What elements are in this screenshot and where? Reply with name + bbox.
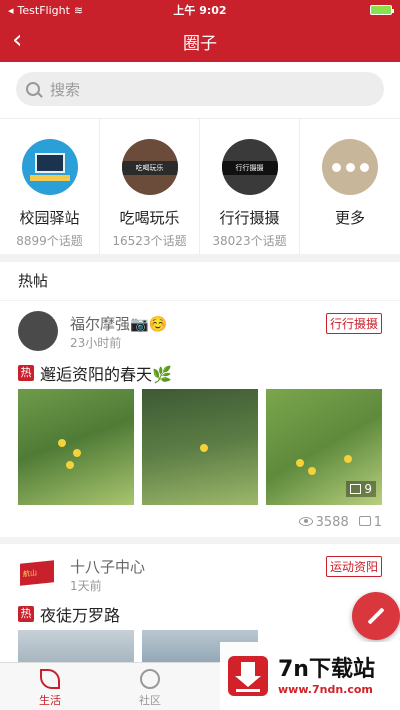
page-title: 圈子 xyxy=(183,33,217,54)
post-title: 夜徒万罗路 xyxy=(40,606,121,625)
category-count: 38023个话题 xyxy=(212,234,287,248)
category-name: 更多 xyxy=(334,209,365,227)
image-count: 9 xyxy=(364,482,372,496)
post-image[interactable]: 9 xyxy=(266,389,382,505)
post-time: 23小时前 xyxy=(70,336,122,350)
hot-badge: 热 xyxy=(18,606,34,622)
tab-life[interactable]: 生活 xyxy=(0,663,100,710)
leaf-icon xyxy=(40,669,60,689)
post-image[interactable] xyxy=(18,389,134,505)
wifi-icon: ≋ xyxy=(73,3,84,17)
food-icon: 吃喝玩乐 xyxy=(121,139,178,195)
category-count: 16523个话题 xyxy=(112,234,187,248)
avatar[interactable]: 航山 xyxy=(18,558,58,588)
chat-bubble-icon xyxy=(140,669,160,689)
back-chevron-icon[interactable]: ‹ xyxy=(12,26,40,56)
search-input[interactable]: 搜索 xyxy=(16,72,384,106)
post-time: 1天前 xyxy=(70,579,102,593)
watermark: 7n下载站 www.7ndn.com xyxy=(220,642,400,710)
post-title-row[interactable]: 热 夜徒万罗路 xyxy=(18,602,120,626)
image-count-badge: 9 xyxy=(346,481,376,497)
post-author[interactable]: 福尔摩强📷☺️ xyxy=(70,313,167,334)
back-to-app-icon[interactable]: ◂ xyxy=(8,4,14,17)
tab-label: 生活 xyxy=(39,694,61,707)
avatar[interactable] xyxy=(18,311,58,351)
post-stats: 3588 1 xyxy=(298,515,382,530)
photo-icon-caption: 行行摄摄 xyxy=(221,161,278,175)
category-more[interactable]: 更多 xyxy=(300,119,400,254)
compose-button[interactable] xyxy=(352,592,400,640)
pencil-icon xyxy=(367,607,385,625)
post-tag[interactable]: 行行摄摄 xyxy=(325,313,382,334)
battery-icon xyxy=(370,5,394,15)
comment-icon xyxy=(358,516,371,526)
eye-icon xyxy=(298,517,313,526)
hot-badge: 热 xyxy=(18,365,34,381)
post-title-row[interactable]: 热 邂逅资阳的春天🌿 xyxy=(18,361,172,385)
tab-label: 社区 xyxy=(139,694,161,707)
post-image[interactable] xyxy=(142,389,258,505)
comment-count: 1 xyxy=(373,515,382,530)
category-food[interactable]: 吃喝玩乐 吃喝玩乐 16523个话题 xyxy=(100,119,200,254)
category-grid: 校园驿站 8899个话题 吃喝玩乐 吃喝玩乐 16523个话题 行行摄摄 行行摄… xyxy=(0,118,400,254)
food-icon-caption: 吃喝玩乐 xyxy=(121,161,178,175)
campus-icon xyxy=(21,139,78,195)
image-stack-icon xyxy=(350,484,362,494)
tab-community[interactable]: 社区 xyxy=(100,663,200,710)
status-bar: ◂ TestFlight ≋ 上午 9:02 xyxy=(0,0,400,20)
post-title: 邂逅资阳的春天🌿 xyxy=(40,365,172,384)
view-count: 3588 xyxy=(315,515,349,530)
nav-bar: ‹ 圈子 xyxy=(0,20,400,62)
category-photo[interactable]: 行行摄摄 行行摄摄 38023个话题 xyxy=(200,119,300,254)
category-name: 行行摄摄 xyxy=(219,209,280,227)
avatar-caption: 航山 xyxy=(23,569,37,579)
search-placeholder: 搜索 xyxy=(50,80,81,99)
category-count: 8899个话题 xyxy=(16,234,83,248)
more-icon xyxy=(322,139,378,195)
hot-section-title: 热帖 xyxy=(0,262,400,300)
post-card[interactable]: 福尔摩强📷☺️ 23小时前 行行摄摄 热 邂逅资阳的春天🌿 9 3588 1 xyxy=(0,301,400,537)
category-name: 校园驿站 xyxy=(19,209,80,227)
search-bar-container: 搜索 xyxy=(0,62,400,118)
photo-icon: 行行摄摄 xyxy=(221,139,278,195)
watermark-url: www.7ndn.com xyxy=(278,682,373,696)
post-author[interactable]: 十八子中心 xyxy=(70,556,145,577)
category-campus[interactable]: 校园驿站 8899个话题 xyxy=(0,119,100,254)
watermark-title: 7n下载站 xyxy=(278,656,375,682)
category-name: 吃喝玩乐 xyxy=(119,209,180,227)
carrier-label: TestFlight xyxy=(17,3,70,17)
search-icon xyxy=(26,82,40,96)
download-arrow-icon xyxy=(228,656,268,696)
post-tag[interactable]: 运动资阳 xyxy=(325,556,382,577)
clock: 上午 9:02 xyxy=(173,4,227,17)
